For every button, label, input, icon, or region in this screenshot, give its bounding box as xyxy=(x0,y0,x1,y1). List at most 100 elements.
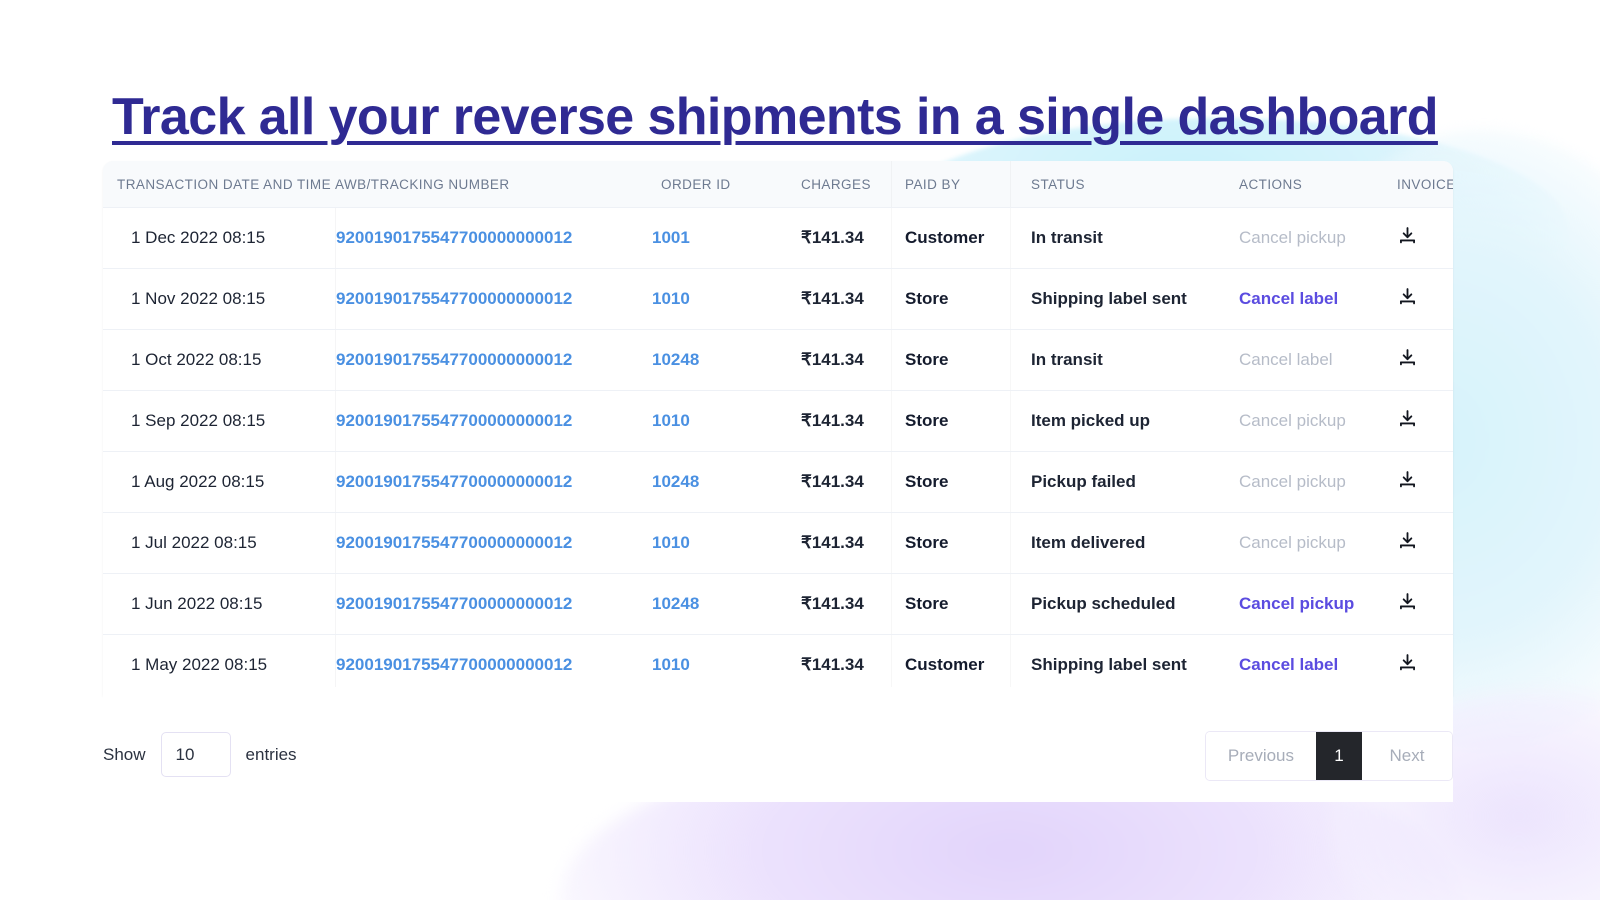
paid-by-value: Store xyxy=(905,289,949,308)
awb-link[interactable]: 9200190175547700000000012 xyxy=(336,350,572,369)
shipments-table-card: TRANSACTION DATE AND TIME AWB/TRACKING N… xyxy=(103,161,1453,696)
pagination: Previous 1 Next xyxy=(1204,731,1453,781)
cell-actions: Cancel label xyxy=(1219,329,1379,391)
order-id-link[interactable]: 10248 xyxy=(652,594,699,613)
cell-charges: ₹141.34 xyxy=(773,390,891,452)
awb-link[interactable]: 9200190175547700000000012 xyxy=(336,655,572,674)
order-id-link[interactable]: 10248 xyxy=(652,472,699,491)
cell-actions: Cancel pickup xyxy=(1219,573,1379,635)
cell-transaction-date: 1 Sep 2022 08:15 xyxy=(103,390,335,452)
column-header-order-id: ORDER ID xyxy=(647,161,773,208)
pagination-previous-button[interactable]: Previous xyxy=(1205,732,1316,780)
cell-invoice xyxy=(1379,573,1453,635)
cell-paid-by: Store xyxy=(891,573,1011,635)
cell-order-id: 1010 xyxy=(647,390,773,452)
order-id-link[interactable]: 10248 xyxy=(652,350,699,369)
cell-order-id: 1010 xyxy=(647,512,773,574)
cell-paid-by: Customer xyxy=(891,207,1011,269)
column-header-status: STATUS xyxy=(1011,161,1219,208)
cell-invoice xyxy=(1379,512,1453,574)
download-icon[interactable] xyxy=(1397,225,1418,246)
table-row: 1 Jul 2022 08:15 920019017554770000000001… xyxy=(103,512,1453,574)
awb-link[interactable]: 9200190175547700000000012 xyxy=(336,228,572,247)
cell-awb: 9200190175547700000000012 xyxy=(335,451,647,513)
cell-actions: Cancel pickup xyxy=(1219,451,1379,513)
cell-transaction-date: 1 Nov 2022 08:15 xyxy=(103,268,335,330)
entries-label: entries xyxy=(245,744,297,764)
cancel-action-link[interactable]: Cancel pickup xyxy=(1239,594,1354,613)
cell-actions: Cancel pickup xyxy=(1219,207,1379,269)
column-header-transaction-date: TRANSACTION DATE AND TIME xyxy=(103,161,335,208)
download-icon[interactable] xyxy=(1397,469,1418,490)
download-icon[interactable] xyxy=(1397,347,1418,368)
cancel-action-link[interactable]: Cancel label xyxy=(1239,655,1338,674)
download-icon[interactable] xyxy=(1397,652,1418,673)
cell-invoice xyxy=(1379,268,1453,330)
cell-charges: ₹141.34 xyxy=(773,268,891,330)
cell-transaction-date: 1 Jul 2022 08:15 xyxy=(103,512,335,574)
entries-per-page-input[interactable] xyxy=(160,732,231,777)
cell-charges: ₹141.34 xyxy=(773,573,891,635)
table-row: 1 Sep 2022 08:15 920019017554770000000001… xyxy=(103,390,1453,452)
download-icon[interactable] xyxy=(1397,530,1418,551)
table-header: TRANSACTION DATE AND TIME AWB/TRACKING N… xyxy=(103,161,1453,208)
table-body: 1 Dec 2022 08:15 920019017554770000000001… xyxy=(103,207,1453,696)
column-header-actions: ACTIONS xyxy=(1219,161,1379,208)
cell-order-id: 10248 xyxy=(647,573,773,635)
paid-by-value: Store xyxy=(905,533,949,552)
cell-awb: 9200190175547700000000012 xyxy=(335,268,647,330)
page-title: Track all your reverse shipments in a si… xyxy=(112,87,1439,146)
awb-link[interactable]: 9200190175547700000000012 xyxy=(336,594,572,613)
show-entries-control: Show entries xyxy=(103,732,297,777)
cell-charges: ₹141.34 xyxy=(773,512,891,574)
cell-status: In transit xyxy=(1011,207,1219,269)
pagination-next-button[interactable]: Next xyxy=(1362,732,1452,780)
cancel-action-link: Cancel pickup xyxy=(1239,411,1346,430)
awb-link[interactable]: 9200190175547700000000012 xyxy=(336,472,572,491)
cell-status: Item picked up xyxy=(1011,390,1219,452)
cell-invoice xyxy=(1379,451,1453,513)
download-icon[interactable] xyxy=(1397,408,1418,429)
cell-order-id: 1010 xyxy=(647,268,773,330)
cell-actions: Cancel pickup xyxy=(1219,390,1379,452)
awb-link[interactable]: 9200190175547700000000012 xyxy=(336,289,572,308)
paid-by-value: Store xyxy=(905,594,949,613)
cell-awb: 9200190175547700000000012 xyxy=(335,573,647,635)
download-icon[interactable] xyxy=(1397,591,1418,612)
table-row: 1 Nov 2022 08:15 920019017554770000000001… xyxy=(103,268,1453,330)
cell-status: Pickup scheduled xyxy=(1011,573,1219,635)
table-row: 1 Oct 2022 08:15 920019017554770000000001… xyxy=(103,329,1453,391)
cell-actions: Cancel pickup xyxy=(1219,512,1379,574)
column-header-invoice: INVOICE xyxy=(1379,161,1453,208)
cancel-action-link: Cancel pickup xyxy=(1239,472,1346,491)
cancel-action-link: Cancel pickup xyxy=(1239,533,1346,552)
cancel-action-link: Cancel pickup xyxy=(1239,228,1346,247)
cell-paid-by: Store xyxy=(891,390,1011,452)
cell-actions: Cancel label xyxy=(1219,268,1379,330)
order-id-link[interactable]: 1010 xyxy=(652,411,690,430)
pagination-page-1-button[interactable]: 1 xyxy=(1316,732,1362,780)
cell-paid-by: Store xyxy=(891,329,1011,391)
order-id-link[interactable]: 1001 xyxy=(652,228,690,247)
awb-link[interactable]: 9200190175547700000000012 xyxy=(336,411,572,430)
paid-by-value: Store xyxy=(905,350,949,369)
paid-by-value: Customer xyxy=(905,228,985,247)
table-row: 1 Dec 2022 08:15 920019017554770000000001… xyxy=(103,207,1453,269)
cell-invoice xyxy=(1379,207,1453,269)
order-id-link[interactable]: 1010 xyxy=(652,533,690,552)
cell-status: Shipping label sent xyxy=(1011,268,1219,330)
order-id-link[interactable]: 1010 xyxy=(652,289,690,308)
download-icon[interactable] xyxy=(1397,286,1418,307)
column-header-paid-by: PAID BY xyxy=(891,161,1011,208)
cell-awb: 9200190175547700000000012 xyxy=(335,207,647,269)
column-header-charges: CHARGES xyxy=(773,161,891,208)
cell-status: Pickup failed xyxy=(1011,451,1219,513)
cell-order-id: 10248 xyxy=(647,451,773,513)
cell-status: Item delivered xyxy=(1011,512,1219,574)
cancel-action-link[interactable]: Cancel label xyxy=(1239,289,1338,308)
table-row: 1 Jun 2022 08:15 920019017554770000000001… xyxy=(103,573,1453,635)
awb-link[interactable]: 9200190175547700000000012 xyxy=(336,533,572,552)
cell-awb: 9200190175547700000000012 xyxy=(335,512,647,574)
cell-status: In transit xyxy=(1011,329,1219,391)
order-id-link[interactable]: 1010 xyxy=(652,655,690,674)
